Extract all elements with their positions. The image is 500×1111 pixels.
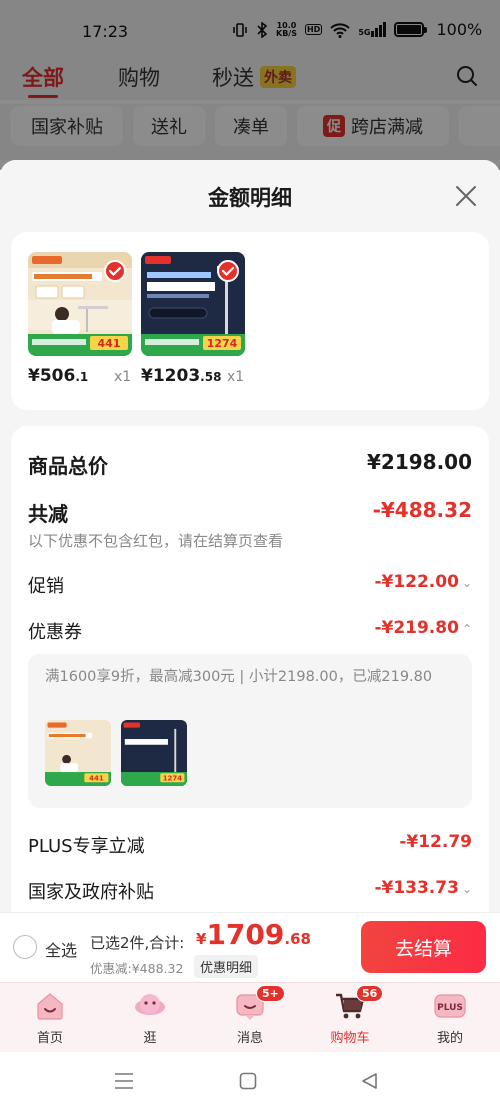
message-icon: 5+ bbox=[234, 985, 285, 1021]
chevron-up-icon: ⌃ bbox=[461, 622, 472, 636]
total-reduction-value: -¥488.32 bbox=[372, 498, 472, 522]
product-quantity: x1 bbox=[114, 369, 132, 385]
coupon-label: 优惠券 bbox=[28, 622, 82, 643]
browse-icon bbox=[134, 991, 166, 1021]
tab-cart[interactable]: 56 购物车 bbox=[310, 985, 390, 1046]
chevron-down-icon: ⌄ bbox=[461, 882, 472, 896]
products-card: 441 ¥506.1 x1 1274 ¥1203.58 x1 bbox=[11, 232, 489, 410]
product-thumbnail[interactable]: 1274 bbox=[141, 252, 245, 356]
total-amount: ¥1709.68 bbox=[196, 918, 311, 951]
thumb-price-label: 441 bbox=[98, 337, 121, 350]
back-icon[interactable] bbox=[360, 1072, 378, 1090]
promotion-value: -¥122.00 ⌄ bbox=[374, 572, 472, 592]
total-reduction-label: 共减 bbox=[28, 502, 68, 526]
coupon-detail-text: 满1600享9折，最高减300元 | 小计2198.00，已减219.80 bbox=[45, 669, 433, 685]
product-quantity: x1 bbox=[227, 369, 245, 385]
messages-badge: 5+ bbox=[256, 985, 285, 1002]
overlay-dim[interactable] bbox=[0, 0, 500, 170]
selected-count-text: 已选2件,合计: bbox=[90, 934, 185, 952]
plus-discount-value: -¥12.79 bbox=[399, 832, 472, 852]
tab-me[interactable]: PLUS 我的 bbox=[410, 991, 490, 1046]
tab-browse[interactable]: 逛 bbox=[110, 991, 190, 1046]
coupon-product-thumbnail: 441 bbox=[45, 720, 111, 786]
sheet-title: 金额明细 bbox=[208, 186, 292, 210]
discount-text: 优惠减:¥488.32 bbox=[90, 961, 184, 976]
reduction-note: 以下优惠不包含红包，请在结算页查看 bbox=[28, 532, 284, 550]
checkout-button[interactable]: 去结算 bbox=[361, 921, 486, 973]
select-all-radio[interactable] bbox=[13, 935, 37, 959]
thumb-price-label: 441 bbox=[89, 774, 104, 782]
amount-detail-sheet: 金额明细 441 ¥506.1 x1 1274 ¥1203.58 x1 商品总价… bbox=[0, 160, 500, 912]
coupon-value: -¥219.80 ⌃ bbox=[374, 618, 472, 638]
menu-icon[interactable] bbox=[114, 1072, 134, 1090]
home-icon bbox=[34, 991, 66, 1021]
gov-subsidy-value: -¥133.73 ⌄ bbox=[374, 878, 472, 898]
tab-home[interactable]: 首页 bbox=[10, 991, 90, 1046]
product-item[interactable]: 1274 ¥1203.58 x1 bbox=[141, 252, 245, 386]
checkmark-icon bbox=[217, 260, 239, 282]
promotion-label: 促销 bbox=[28, 576, 64, 597]
sheet-header: 金额明细 bbox=[0, 160, 500, 232]
product-thumbnail[interactable]: 441 bbox=[28, 252, 132, 356]
cart-badge: 56 bbox=[356, 985, 384, 1002]
tab-messages[interactable]: 5+ 消息 bbox=[210, 985, 290, 1046]
product-item[interactable]: 441 ¥506.1 x1 bbox=[28, 252, 132, 386]
checkout-bar: 全选 已选2件,合计: ¥1709.68 优惠减:¥488.32 优惠明细 去结… bbox=[0, 912, 500, 982]
thumb-price-label: 1274 bbox=[207, 337, 238, 350]
coupon-detail-box: 满1600享9折，最高减300元 | 小计2198.00，已减219.80 44… bbox=[28, 654, 472, 808]
chevron-down-icon: ⌄ bbox=[461, 576, 472, 590]
system-navigation-bar bbox=[0, 1052, 500, 1111]
floor-lamp-image: 1274 bbox=[121, 720, 187, 786]
close-icon[interactable] bbox=[454, 184, 478, 208]
total-price-value: ¥2198.00 bbox=[366, 450, 472, 474]
checkmark-icon bbox=[104, 260, 126, 282]
product-price: ¥1203.58 bbox=[141, 366, 222, 386]
price-breakdown-card: 商品总价 ¥2198.00 共减 -¥488.32 以下优惠不包含红包，请在结算… bbox=[11, 426, 489, 912]
gov-subsidy-label: 国家及政府补贴 bbox=[28, 882, 154, 903]
cart-icon: 56 bbox=[334, 985, 384, 1021]
home-button-icon[interactable] bbox=[239, 1072, 257, 1090]
plus-discount-label: PLUS专享立减 bbox=[28, 836, 145, 857]
product-price: ¥506.1 bbox=[28, 366, 89, 386]
plus-member-icon: PLUS bbox=[434, 991, 466, 1021]
discount-detail-button[interactable]: 优惠明细 bbox=[194, 955, 259, 978]
desk-lamp-image: 441 bbox=[45, 720, 111, 786]
thumb-price-label: 1274 bbox=[163, 774, 183, 782]
svg-text:PLUS: PLUS bbox=[437, 1003, 463, 1013]
total-price-label: 商品总价 bbox=[28, 454, 108, 478]
bottom-tab-bar: 首页 逛 5+ 消息 56 购物车 PLUS 我的 bbox=[0, 982, 500, 1052]
coupon-product-thumbnail: 1274 bbox=[121, 720, 187, 786]
select-all-label[interactable]: 全选 bbox=[45, 937, 77, 961]
